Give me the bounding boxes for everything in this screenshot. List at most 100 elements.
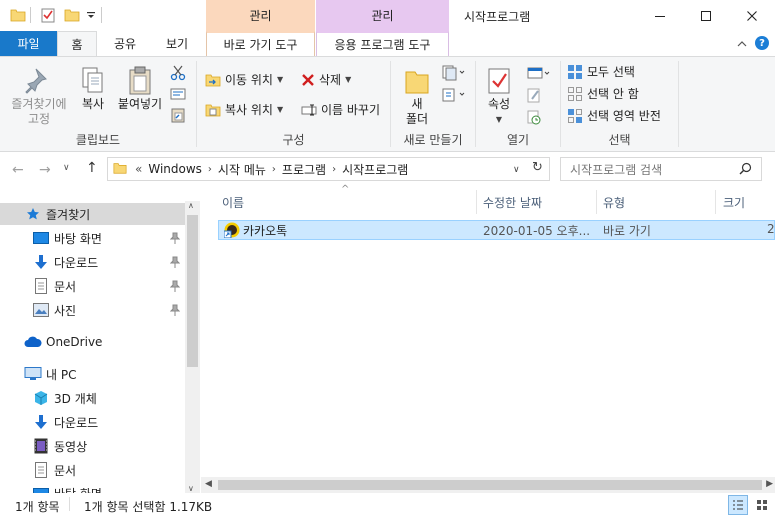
address-bar[interactable]: « Windows › 시작 메뉴 › 프로그램 › 시작프로그램 [107,157,550,181]
help-icon[interactable]: ? [755,36,769,50]
file-horizontal-scrollbar[interactable]: ◀ ▶ [201,477,775,493]
select-all-icon [568,64,582,79]
up-arrow-icon[interactable]: ↑ [86,160,98,176]
tab-share[interactable]: 공유 [105,31,145,56]
column-header-type[interactable]: 유형 [603,190,713,214]
copy-path-icon[interactable] [170,87,186,104]
nav-item-3d-objects[interactable]: 3D 개체 [0,387,185,409]
breadcrumb-programs[interactable]: 프로그램 [282,161,326,178]
tab-file[interactable]: 파일 [0,31,57,56]
breadcrumb-separator-icon[interactable]: › [272,164,276,175]
scroll-left-icon[interactable]: ◀ [205,479,212,489]
breadcrumb-separator-icon[interactable]: › [208,164,212,175]
context-header-shortcut: 관리 [206,0,315,31]
rename-button[interactable]: 이름 바꾸기 [301,101,380,118]
delete-button[interactable]: 삭제 ▼ [301,71,351,88]
open-icon[interactable] [526,65,552,84]
search-placeholder: 시작프로그램 검색 [570,162,663,177]
new-folder-button[interactable]: 새 폴더 [399,65,435,127]
tab-application-tools[interactable]: 응용 프로그램 도구 [316,31,449,56]
column-divider[interactable] [476,190,477,214]
select-all-button[interactable]: 모두 선택 [567,63,635,80]
invert-selection-button[interactable]: 선택 영역 반전 [567,107,661,124]
nav-scrollbar-thumb[interactable] [187,215,198,367]
nav-item-pictures[interactable]: 사진 [0,299,185,321]
breadcrumb-start-menu[interactable]: 시작 메뉴 [218,161,266,178]
new-folder-label-line2: 폴더 [405,112,429,126]
quick-access-dropdown-icon[interactable] [86,9,96,27]
column-header-size[interactable]: 크기 [723,190,773,214]
edit-icon[interactable] [526,87,542,106]
large-icons-view-button[interactable] [752,496,772,514]
cut-icon[interactable] [170,65,186,84]
pin-icon[interactable] [169,280,181,295]
column-header-modified[interactable]: 수정한 날짜 [483,190,593,214]
nav-item-pc-desktop[interactable]: 바탕 화면 [0,483,185,493]
scroll-down-icon[interactable]: ∨ [188,484,194,493]
forward-arrow-icon[interactable]: → [39,162,51,178]
refresh-icon[interactable]: ↻ [532,160,543,175]
nav-item-desktop[interactable]: 바탕 화면 [0,227,185,249]
nav-item-pc-documents[interactable]: 문서 [0,459,185,481]
scroll-up-icon[interactable]: ∧ [188,201,194,210]
file-name[interactable]: 카카오톡 [243,222,287,239]
properties-check-icon[interactable] [40,7,56,25]
breadcrumb-overflow[interactable]: « [135,162,142,176]
nav-item-onedrive[interactable]: OneDrive [0,331,185,353]
back-arrow-icon[interactable]: ← [12,162,24,178]
nav-item-pc-downloads[interactable]: 다운로드 [0,411,185,433]
properties-button[interactable]: 속성 ▼ [482,65,516,127]
close-button[interactable] [729,0,775,31]
pin-icon[interactable] [169,232,181,247]
nav-item-this-pc[interactable]: 내 PC [0,363,185,385]
easy-access-icon[interactable] [441,87,467,106]
details-view-button[interactable] [728,495,748,515]
group-label-clipboard: 클립보드 [75,133,121,147]
recent-locations-icon[interactable]: ∨ [63,163,70,173]
breadcrumb-separator-icon[interactable]: › [332,164,336,175]
nav-item-quick-access[interactable]: 즐겨찾기 [0,203,185,225]
address-history-dropdown-icon[interactable]: ∨ [513,165,520,175]
breadcrumb-windows[interactable]: Windows [148,162,202,176]
nav-item-videos[interactable]: 동영상 [0,435,185,457]
search-input[interactable]: 시작프로그램 검색 [560,157,762,181]
window-title: 시작프로그램 [464,10,531,24]
move-to-button[interactable]: 이동 위치 ▼ [205,71,283,88]
history-icon[interactable] [526,109,542,128]
column-divider[interactable] [715,190,716,214]
invert-selection-icon [568,108,582,123]
desktop-icon [33,232,49,247]
breadcrumb-startup[interactable]: 시작프로그램 [342,161,408,178]
nav-label: 동영상 [54,439,88,454]
horizontal-scrollbar-thumb[interactable] [218,480,762,490]
nav-item-documents[interactable]: 문서 [0,275,185,297]
new-item-icon[interactable] [441,65,467,84]
search-icon [739,162,752,178]
copy-icon [82,67,103,93]
maximize-button[interactable] [683,0,729,31]
paste-shortcut-icon[interactable] [170,107,186,126]
rename-label: 이름 바꾸기 [321,103,381,117]
column-header-name[interactable]: 이름 [222,190,474,214]
tab-shortcut-tools[interactable]: 바로 가기 도구 [206,31,315,56]
tab-view[interactable]: 보기 [155,31,199,56]
paste-button[interactable]: 붙여넣기 [112,65,168,112]
rename-icon [301,104,317,115]
copy-button[interactable]: 복사 [74,65,112,112]
pin-quick-access-button[interactable]: 즐겨찾기에 고정 [4,65,74,127]
tab-home[interactable]: 홈 [57,31,97,57]
minimize-button[interactable] [637,0,683,31]
pin-icon[interactable] [169,304,181,319]
scroll-right-icon[interactable]: ▶ [766,479,773,489]
select-none-button[interactable]: 선택 안 함 [567,85,639,102]
column-divider[interactable] [596,190,597,214]
nav-item-downloads[interactable]: 다운로드 [0,251,185,273]
maximize-icon [701,10,711,21]
pin-icon[interactable] [169,256,181,271]
status-divider [69,497,70,511]
collapse-ribbon-icon[interactable] [736,38,748,52]
title-bar: 관리 관리 시작프로그램 [0,0,775,31]
nav-scrollbar[interactable]: ∧ ∨ [185,201,200,493]
copy-to-button[interactable]: 복사 위치 ▼ [205,101,283,118]
new-folder-quick-icon[interactable] [64,7,80,25]
